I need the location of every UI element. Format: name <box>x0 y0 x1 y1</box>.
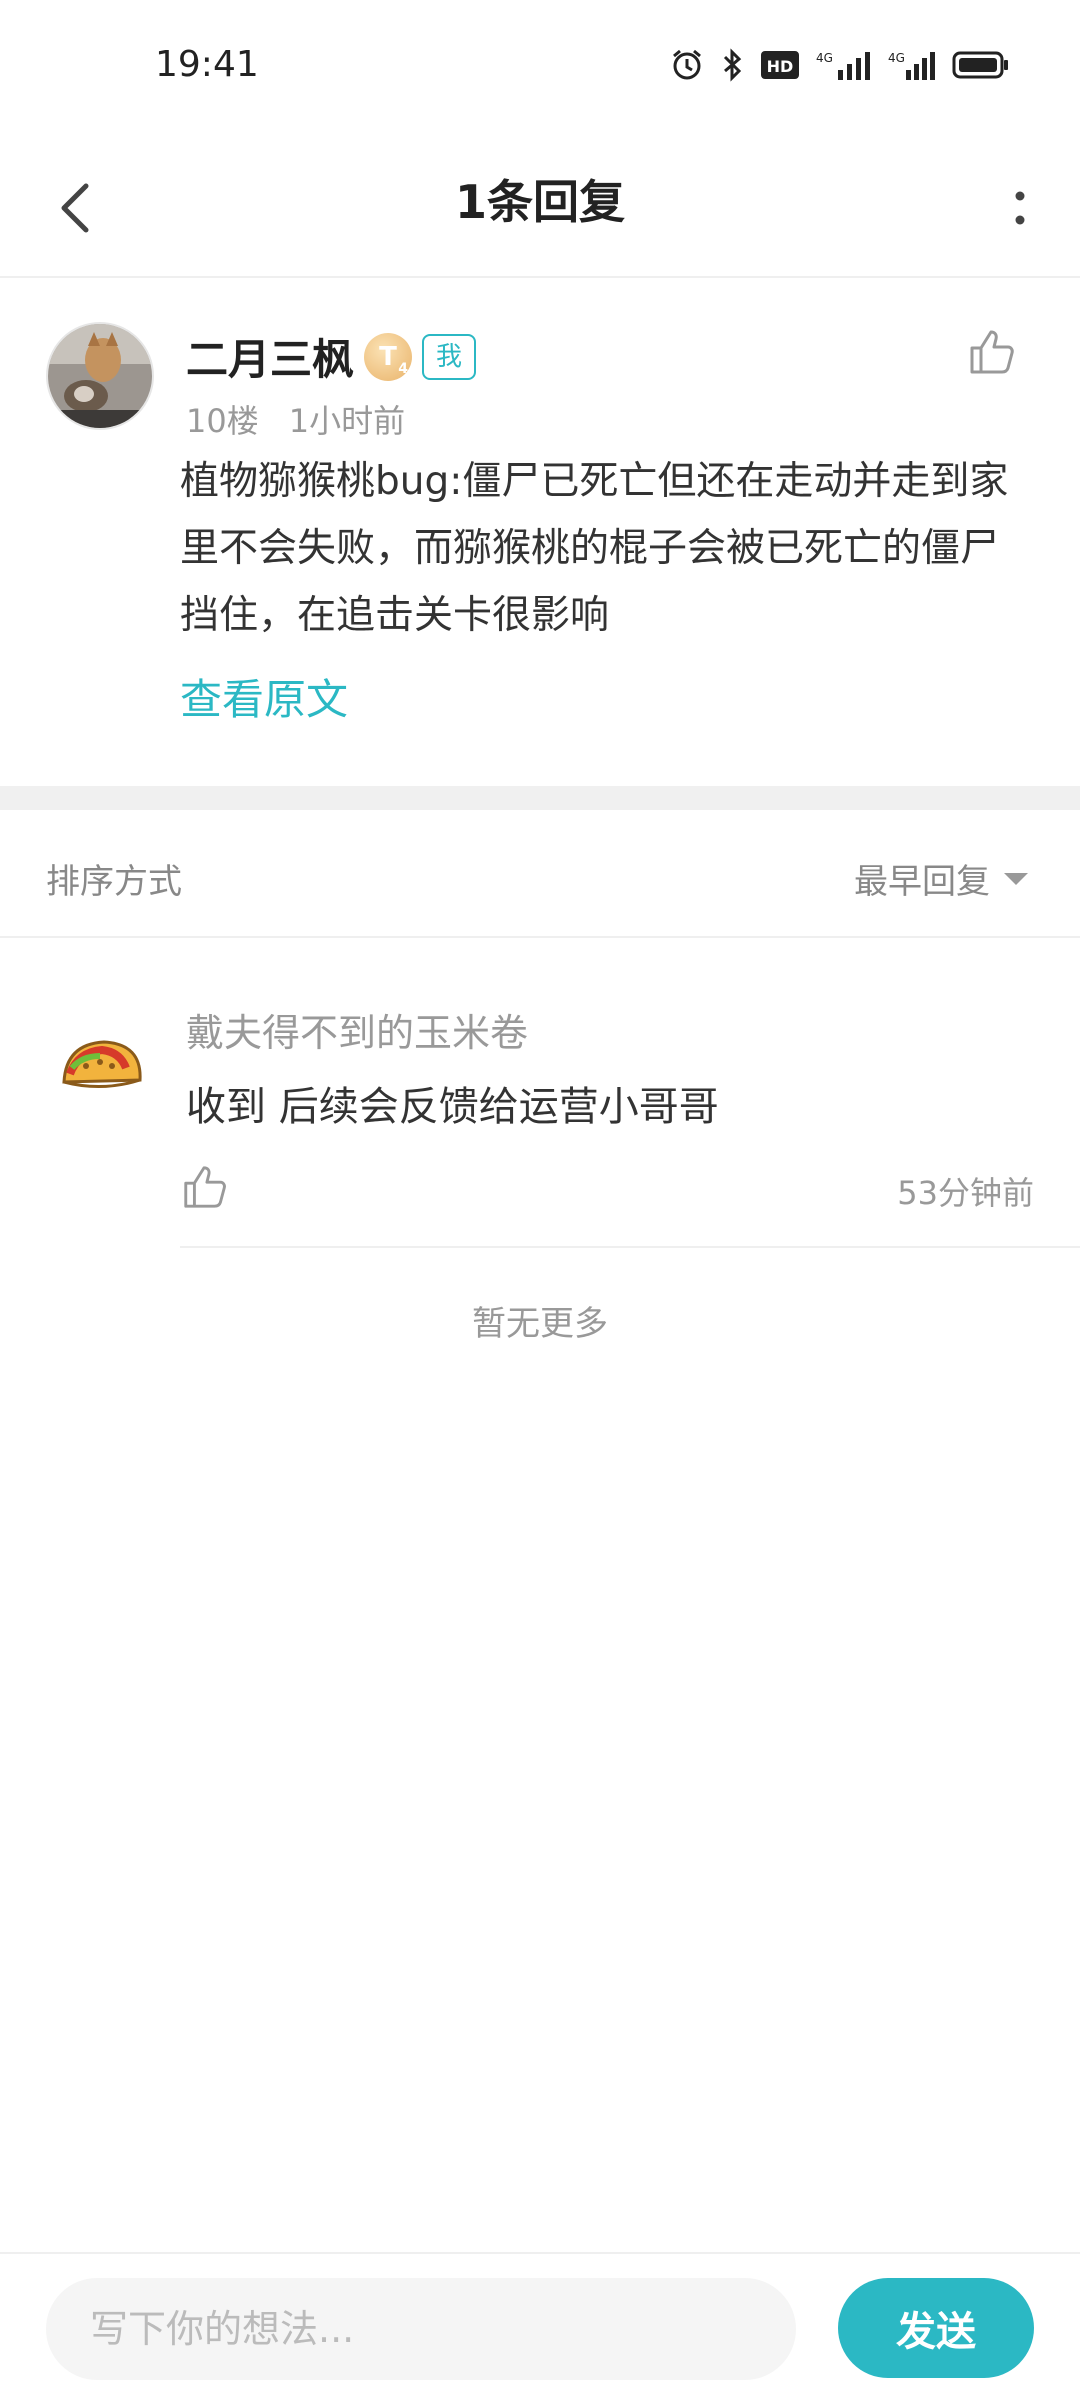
comment-composer: 发送 <box>0 2252 1080 2402</box>
status-time: 19:41 <box>155 44 259 85</box>
thumbs-up-icon <box>970 330 1014 374</box>
sort-label: 排序方式 <box>46 862 182 902</box>
like-button[interactable] <box>180 1162 230 1212</box>
comment-input[interactable] <box>46 2278 796 2380</box>
section-divider <box>0 786 1080 810</box>
sort-dropdown[interactable]: 最早回复 <box>854 854 1028 903</box>
like-button[interactable] <box>966 326 1018 378</box>
view-original-link[interactable]: 查看原文 <box>180 666 348 727</box>
me-badge: 我 <box>422 333 477 380</box>
reply-author[interactable]: 戴夫得不到的玉米卷 <box>186 1002 528 1057</box>
bluetooth-icon <box>723 48 742 82</box>
hd-icon: HD <box>761 51 799 79</box>
author-name[interactable]: 二月三枫 <box>186 326 354 387</box>
post-time: 1小时前 <box>288 402 406 440</box>
caret-down-icon <box>1004 872 1028 885</box>
signal-4g-icon: 4G <box>816 51 870 80</box>
page-title: 1条回复 <box>454 175 625 229</box>
original-comment: 二月三枫 T4 我 10楼 1小时前 植物猕猴桃bug:僵尸已死亡但还在走动并走… <box>0 278 1080 786</box>
avatar[interactable] <box>56 1022 146 1112</box>
battery-icon <box>952 51 1008 79</box>
sort-row: 排序方式 最早回复 <box>0 810 1080 938</box>
level-badge-letter: T <box>379 341 397 372</box>
reply-time: 53分钟前 <box>897 1174 1034 1212</box>
avatar[interactable] <box>46 322 154 430</box>
status-bar: 19:41 HD 4G 4G <box>0 0 1080 140</box>
svg-text:4G: 4G <box>888 51 905 65</box>
svg-text:4G: 4G <box>816 51 833 65</box>
sort-selected: 最早回复 <box>854 862 990 902</box>
alarm-icon <box>673 49 701 80</box>
post-meta: 10楼 1小时前 <box>186 396 405 442</box>
more-vertical-icon <box>1015 191 1025 225</box>
divider <box>180 1246 1080 1248</box>
no-more-text: 暂无更多 <box>472 1304 608 1344</box>
post-content: 植物猕猴桃bug:僵尸已死亡但还在走动并走到家里不会失败，而猕猴桃的棍子会被已死… <box>180 459 1009 638</box>
send-button[interactable]: 发送 <box>838 2278 1034 2378</box>
level-badge: T4 <box>364 332 413 381</box>
reply-text: 收到 后续会反馈给运营小哥哥 <box>186 1084 719 1130</box>
taco-avatar-image <box>62 1040 142 1089</box>
thumbs-up-icon <box>184 1166 226 1208</box>
floor-number: 10楼 <box>186 402 259 440</box>
list-item: 戴夫得不到的玉米卷 收到 后续会反馈给运营小哥哥 53分钟前 <box>0 936 1080 1248</box>
svg-text:HD: HD <box>767 57 794 76</box>
signal-4g-icon: 4G <box>888 51 935 80</box>
cat-avatar-image <box>48 324 152 428</box>
nav-bar: 1条回复 <box>0 140 1080 278</box>
more-button[interactable] <box>990 170 1050 246</box>
author-row: 二月三枫 T4 我 <box>186 326 477 387</box>
status-icons: HD 4G 4G <box>670 48 1010 82</box>
